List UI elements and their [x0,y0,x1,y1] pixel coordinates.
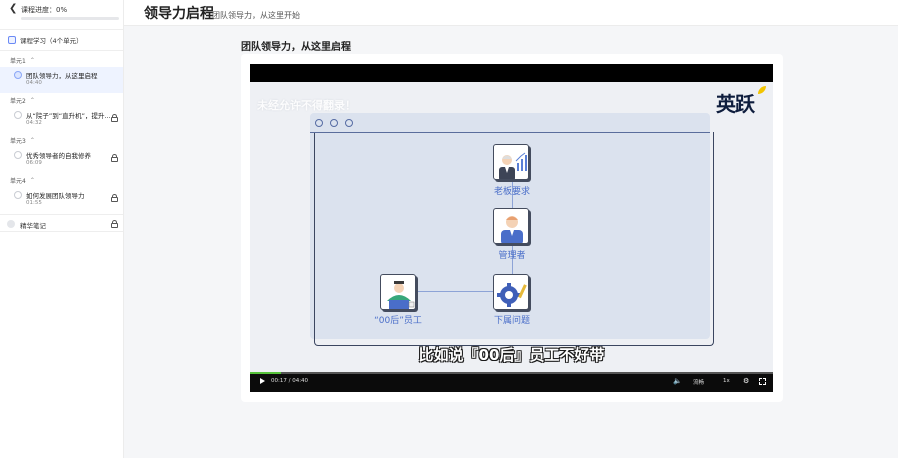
watermark-text: 未经允许不得翻录！ [257,99,356,112]
unit-header-1[interactable]: 单元1 ⌃ [0,53,123,67]
lock-icon [111,114,118,122]
manager-avatar-icon [493,208,529,244]
lesson-duration: 04:40 [26,80,42,86]
video-frame[interactable]: 未经允许不得翻录！ 英跃 老板要求 管理者 “00后”员工 下属问题 比如说『0… [250,82,773,372]
video-player[interactable]: 未经允许不得翻录！ 英跃 老板要求 管理者 “00后”员工 下属问题 比如说『0… [250,64,773,392]
notes-label: 精华笔记 [20,222,46,230]
lesson-duration: 01:55 [26,200,42,206]
lesson-item-3[interactable]: 优秀领导者的自我修养 06:09 [0,147,123,173]
chevron-up-icon: ⌃ [29,96,35,104]
connector-line [416,291,494,292]
lesson-duration: 06:09 [26,160,42,166]
boss-avatar-icon [493,144,529,180]
time-display: 00:17 / 04:40 [271,378,309,384]
lesson-title: 优秀领导者的自我修养 [26,152,91,160]
lock-icon [111,154,118,162]
unit-header-3[interactable]: 单元3 ⌃ [0,133,123,147]
book-icon [8,36,16,44]
lesson-title: 如何发展团队领导力 [26,192,85,200]
notes-icon [7,220,15,228]
volume-icon[interactable]: 🔈 [673,377,682,385]
lesson-status-icon [14,71,22,79]
chevron-left-icon[interactable]: ❮ [9,4,17,14]
unit-label: 单元1 [10,57,26,65]
unit-label: 单元3 [10,137,26,145]
chevron-up-icon: ⌃ [29,56,35,64]
sidebar: ❮ 课程进度：0% 课程学习（4个单元） 单元1 ⌃ 团队领导力，从这里启程 0… [0,0,124,458]
node-label-problem: 下属问题 [493,316,530,326]
notes-item[interactable]: 精华笔记 [0,214,123,232]
unit-header-4[interactable]: 单元4 ⌃ [0,173,123,187]
course-progress: ❮ 课程进度：0% [0,0,123,28]
video-subtitle: 比如说『00后』员工不好带 [418,346,605,364]
gear-problem-icon [493,274,529,310]
lesson-title: 从“院子”到“直升机”，提升... [26,112,111,120]
window-dot-icon [330,119,338,127]
lesson-status-icon [14,191,22,199]
lesson-title: 团队领导力，从这里启程 [26,72,98,80]
lesson-status-icon [14,151,22,159]
page-subtitle: 团队领导力，从这里开始 [212,11,300,20]
node-label-manager: 管理者 [498,251,526,261]
lesson-duration: 04:32 [26,120,42,126]
lesson-item-1[interactable]: 团队领导力，从这里启程 04:40 [0,67,123,93]
unit-label: 单元2 [10,97,26,105]
page-title: 领导力启程 [144,6,214,22]
brand-logo: 英跃 [716,92,755,116]
settings-gear-icon[interactable]: ⚙ [743,377,749,385]
fullscreen-icon[interactable] [759,378,766,385]
node-label-boss: 老板要求 [493,187,530,197]
play-icon[interactable] [260,378,265,384]
logo-leaf-icon [758,86,766,94]
lesson-item-4[interactable]: 如何发展团队领导力 01:55 [0,187,123,213]
employee-avatar-icon [380,274,416,310]
quality-button[interactable]: 流畅 [693,378,704,386]
diagram-window-bar [310,113,710,133]
lesson-status-icon [14,111,22,119]
seek-bar-fill [250,372,282,374]
node-label-employee: “00后”员工 [374,316,422,326]
speed-button[interactable]: 1x [723,378,730,384]
course-section-header[interactable]: 课程学习（4个单元） [0,29,123,51]
course-heading: 课程学习（4个单元） [20,37,83,45]
seek-bar[interactable] [250,372,773,374]
lock-icon [111,220,118,228]
unit-header-2[interactable]: 单元2 ⌃ [0,93,123,107]
top-header: 领导力启程 团队领导力，从这里开始 [124,0,898,26]
chevron-up-icon: ⌃ [29,176,35,184]
unit-label: 单元4 [10,177,26,185]
section-title: 团队领导力，从这里启程 [241,42,351,53]
progress-label: 课程进度：0% [21,6,68,14]
progress-bar [21,17,119,20]
lock-icon [111,194,118,202]
window-dot-icon [345,119,353,127]
window-dot-icon [315,119,323,127]
chevron-up-icon: ⌃ [29,136,35,144]
lesson-item-2[interactable]: 从“院子”到“直升机”，提升... 04:32 [0,107,123,133]
